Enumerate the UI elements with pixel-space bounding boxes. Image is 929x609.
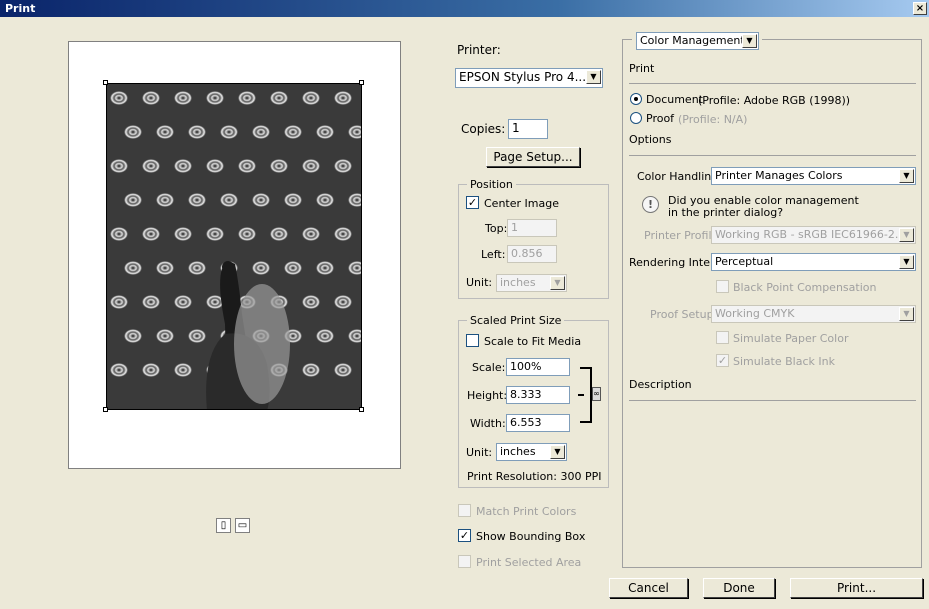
black-point-checkbox[interactable]	[716, 280, 729, 293]
print-selected-area-checkbox[interactable]	[458, 555, 471, 568]
simulate-paper-label: Simulate Paper Color	[733, 332, 849, 345]
position-group-title: Position	[467, 178, 516, 191]
chevron-down-icon: ▼	[550, 445, 565, 459]
proof-profile: (Profile: N/A)	[678, 113, 748, 126]
scale-input[interactable]: 100%	[506, 358, 570, 376]
portrait-view-icon[interactable]: ▯	[216, 518, 231, 533]
print-resolution: Print Resolution: 300 PPI	[467, 470, 602, 483]
simulate-paper-checkbox[interactable]	[716, 331, 729, 344]
printer-profile-value: Working RGB - sRGB IEC61966-2.1	[715, 228, 906, 241]
crop-handle-br[interactable]	[359, 407, 364, 412]
link-icon[interactable]: ∞	[592, 387, 601, 401]
scaled-unit-label: Unit:	[466, 446, 493, 459]
position-unit-select[interactable]: inches ▼	[496, 274, 567, 292]
rendering-intent-select[interactable]: Perceptual ▼	[711, 253, 916, 271]
position-unit-value: inches	[500, 276, 536, 289]
check-icon: ✓	[459, 529, 470, 542]
chevron-down-icon: ▼	[899, 169, 914, 183]
proof-label: Proof	[646, 112, 675, 125]
top-input[interactable]: 1	[507, 219, 557, 237]
scaled-unit-select[interactable]: inches ▼	[496, 443, 567, 461]
color-handling-value: Printer Manages Colors	[715, 169, 843, 182]
printer-profile-select[interactable]: Working RGB - sRGB IEC61966-2.1 ▼	[711, 226, 916, 244]
document-profile: (Profile: Adobe RGB (1998))	[698, 94, 851, 107]
page-setup-button[interactable]: Page Setup...	[486, 147, 580, 167]
crop-handle-tl[interactable]	[103, 80, 108, 85]
scale-to-fit-checkbox[interactable]	[466, 334, 479, 347]
options-heading: Options	[629, 133, 672, 146]
simulate-black-checkbox[interactable]: ✓	[716, 354, 729, 367]
proof-radio[interactable]	[630, 112, 642, 124]
chevron-down-icon: ▼	[899, 307, 914, 321]
check-icon: ✓	[467, 196, 478, 209]
scaled-unit-value: inches	[500, 445, 536, 458]
copies-input[interactable]: 1	[508, 119, 548, 139]
left-input[interactable]: 0.856	[507, 245, 557, 263]
print-button[interactable]: Print...	[790, 578, 923, 598]
copies-label: Copies:	[461, 122, 506, 136]
show-bounding-box-label: Show Bounding Box	[476, 530, 586, 543]
height-input[interactable]: 8.333	[506, 386, 570, 404]
preview-image[interactable]	[106, 83, 362, 410]
width-input[interactable]: 6.553	[506, 414, 570, 432]
done-button[interactable]: Done	[703, 578, 775, 598]
chevron-down-icon: ▼	[586, 70, 601, 84]
scaled-group-title: Scaled Print Size	[467, 314, 565, 327]
window-title: Print	[5, 2, 36, 15]
print-selected-area-label: Print Selected Area	[476, 556, 582, 569]
section-select-value: Color Management	[640, 34, 745, 47]
document-label: Document	[646, 93, 703, 106]
cancel-button[interactable]: Cancel	[609, 578, 688, 598]
divider	[629, 155, 916, 156]
print-heading: Print	[629, 62, 655, 75]
height-label: Height:	[467, 389, 508, 402]
description-heading: Description	[629, 378, 692, 391]
chevron-down-icon: ▼	[742, 34, 757, 48]
color-handling-select[interactable]: Printer Manages Colors ▼	[711, 167, 916, 185]
section-select[interactable]: Color Management ▼	[636, 32, 759, 50]
center-image-checkbox[interactable]: ✓	[466, 196, 479, 209]
top-label: Top:	[485, 222, 508, 235]
divider	[629, 400, 916, 401]
left-label: Left:	[481, 248, 506, 261]
proof-setup-label: Proof Setup:	[650, 308, 718, 321]
notice-line-2: in the printer dialog?	[668, 206, 784, 219]
crop-handle-bl[interactable]	[103, 407, 108, 412]
crop-handle-tr[interactable]	[359, 80, 364, 85]
proportion-bracket-tick	[578, 394, 584, 396]
match-print-colors-label: Match Print Colors	[476, 505, 577, 518]
rendering-intent-value: Perceptual	[715, 255, 774, 268]
peacock-photo	[107, 84, 361, 409]
proof-setup-select[interactable]: Working CMYK ▼	[711, 305, 916, 323]
printer-select-value: EPSON Stylus Pro 4...	[459, 70, 587, 84]
check-icon: ✓	[717, 354, 728, 367]
scale-label: Scale:	[472, 361, 506, 374]
show-bounding-box-checkbox[interactable]: ✓	[458, 529, 471, 542]
close-icon[interactable]: ×	[913, 2, 927, 15]
info-icon: !	[642, 196, 659, 213]
divider	[629, 83, 916, 84]
width-label: Width:	[470, 417, 506, 430]
chevron-down-icon: ▼	[550, 276, 565, 290]
center-image-label: Center Image	[484, 197, 559, 210]
printer-label: Printer:	[457, 43, 501, 57]
color-handling-label: Color Handling:	[637, 170, 722, 183]
black-point-label: Black Point Compensation	[733, 281, 877, 294]
title-bar: Print	[0, 0, 929, 17]
printer-select[interactable]: EPSON Stylus Pro 4... ▼	[455, 68, 603, 88]
scale-to-fit-label: Scale to Fit Media	[484, 335, 582, 348]
landscape-view-icon[interactable]: ▭	[235, 518, 250, 533]
chevron-down-icon: ▼	[899, 228, 914, 242]
position-unit-label: Unit:	[466, 276, 493, 289]
match-print-colors-checkbox[interactable]	[458, 504, 471, 517]
simulate-black-label: Simulate Black Ink	[733, 355, 835, 368]
proof-setup-value: Working CMYK	[715, 307, 795, 320]
chevron-down-icon: ▼	[899, 255, 914, 269]
document-radio[interactable]	[630, 93, 642, 105]
